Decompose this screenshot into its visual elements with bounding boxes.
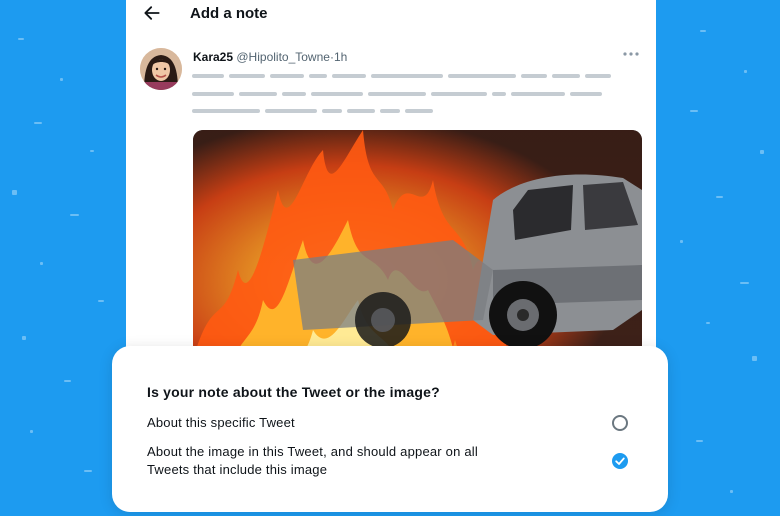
add-note-card: Add a note Kara25 @Hipolito_Towne·1h	[126, 0, 656, 400]
author-handle[interactable]: @Hipolito_Towne	[236, 50, 330, 64]
page-title: Add a note	[190, 5, 268, 22]
note-question: Is your note about the Tweet or the imag…	[147, 384, 440, 400]
author-name[interactable]: Kara25	[193, 50, 233, 64]
checkmark-icon	[615, 457, 625, 465]
header: Add a note	[126, 0, 656, 30]
option-tweet-label[interactable]: About this specific Tweet	[147, 414, 547, 432]
tweet-time[interactable]: 1h	[334, 50, 347, 64]
option-tweet-radio[interactable]	[612, 415, 628, 431]
option-image-label[interactable]: About the image in this Tweet, and shoul…	[147, 443, 522, 479]
more-horizontal-icon[interactable]	[622, 48, 640, 60]
avatar[interactable]	[140, 48, 182, 90]
arrow-left-icon[interactable]	[142, 3, 162, 23]
note-type-sheet: Is your note about the Tweet or the imag…	[112, 346, 668, 512]
tweet-author-line: Kara25 @Hipolito_Towne·1h	[193, 50, 347, 64]
option-image-radio[interactable]	[612, 453, 628, 469]
